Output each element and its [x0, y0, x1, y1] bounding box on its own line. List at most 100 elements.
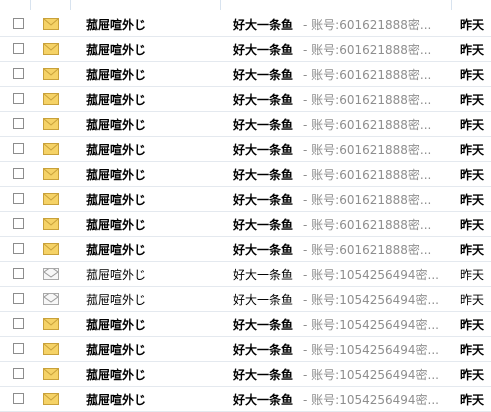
- closed-envelope-icon: [43, 43, 59, 55]
- open-envelope-icon: [43, 293, 59, 305]
- subject-text[interactable]: 好大一条鱼: [233, 291, 293, 308]
- preview-text[interactable]: - 账号:1054256494密...: [303, 391, 443, 408]
- select-checkbox[interactable]: [13, 168, 24, 179]
- mail-row[interactable]: 菰屉喧外じ 好大一条鱼 - 账号:1054256494密... 昨天: [0, 287, 491, 312]
- sender-name[interactable]: 菰屉喧外じ: [86, 241, 146, 258]
- date-text: 昨天: [460, 43, 485, 57]
- select-checkbox[interactable]: [13, 318, 24, 329]
- date-text: 昨天: [460, 243, 485, 257]
- sender-name[interactable]: 菰屉喧外じ: [86, 116, 146, 133]
- preview-text[interactable]: - 账号:601621888密...: [303, 16, 443, 33]
- preview-text[interactable]: - 账号:1054256494密...: [303, 341, 443, 358]
- select-checkbox[interactable]: [13, 118, 24, 129]
- sender-name[interactable]: 菰屉喧外じ: [86, 266, 146, 283]
- mail-list: 菰屉喧外じ 好大一条鱼 - 账号:601621888密... 昨天 菰屉喧外じ 好大一条…: [0, 12, 491, 412]
- mail-row[interactable]: 菰屉喧外じ 好大一条鱼 - 账号:601621888密... 昨天: [0, 237, 491, 262]
- subject-text[interactable]: 好大一条鱼: [233, 16, 293, 33]
- preview-text[interactable]: - 账号:1054256494密...: [303, 291, 443, 308]
- subject-text[interactable]: 好大一条鱼: [233, 241, 293, 258]
- select-checkbox[interactable]: [13, 218, 24, 229]
- sender-name[interactable]: 菰屉喧外じ: [86, 191, 146, 208]
- preview-text[interactable]: - 账号:601621888密...: [303, 191, 443, 208]
- mail-row[interactable]: 菰屉喧外じ 好大一条鱼 - 账号:601621888密... 昨天: [0, 62, 491, 87]
- date-text: 昨天: [460, 143, 485, 157]
- subject-text[interactable]: 好大一条鱼: [233, 391, 293, 408]
- subject-text[interactable]: 好大一条鱼: [233, 366, 293, 383]
- date-text: 昨天: [460, 368, 485, 382]
- date-text: 昨天: [460, 193, 485, 207]
- date-text: 昨天: [460, 68, 485, 82]
- date-text: 昨天: [460, 318, 485, 332]
- mail-row[interactable]: 菰屉喧外じ 好大一条鱼 - 账号:601621888密... 昨天: [0, 162, 491, 187]
- mail-row[interactable]: 菰屉喧外じ 好大一条鱼 - 账号:1054256494密... 昨天: [0, 262, 491, 287]
- subject-text[interactable]: 好大一条鱼: [233, 141, 293, 158]
- closed-envelope-icon: [43, 143, 59, 155]
- preview-text[interactable]: - 账号:601621888密...: [303, 166, 443, 183]
- sender-name[interactable]: 菰屉喧外じ: [86, 91, 146, 108]
- preview-text[interactable]: - 账号:1054256494密...: [303, 316, 443, 333]
- select-checkbox[interactable]: [13, 93, 24, 104]
- preview-text[interactable]: - 账号:601621888密...: [303, 91, 443, 108]
- select-checkbox[interactable]: [13, 293, 24, 304]
- sender-name[interactable]: 菰屉喧外じ: [86, 41, 146, 58]
- date-text: 昨天: [460, 268, 485, 282]
- preview-text[interactable]: - 账号:601621888密...: [303, 116, 443, 133]
- mail-row[interactable]: 菰屉喧外じ 好大一条鱼 - 账号:1054256494密... 昨天: [0, 387, 491, 412]
- mail-row[interactable]: 菰屉喧外じ 好大一条鱼 - 账号:1054256494密... 昨天: [0, 337, 491, 362]
- sender-name[interactable]: 菰屉喧外じ: [86, 366, 146, 383]
- select-checkbox[interactable]: [13, 43, 24, 54]
- mail-row[interactable]: 菰屉喧外じ 好大一条鱼 - 账号:601621888密... 昨天: [0, 12, 491, 37]
- sender-name[interactable]: 菰屉喧外じ: [86, 341, 146, 358]
- mail-row[interactable]: 菰屉喧外じ 好大一条鱼 - 账号:601621888密... 昨天: [0, 37, 491, 62]
- column-divider: [451, 0, 452, 10]
- mail-row[interactable]: 菰屉喧外じ 好大一条鱼 - 账号:601621888密... 昨天: [0, 112, 491, 137]
- sender-name[interactable]: 菰屉喧外じ: [86, 291, 146, 308]
- sender-name[interactable]: 菰屉喧外じ: [86, 66, 146, 83]
- preview-text[interactable]: - 账号:601621888密...: [303, 241, 443, 258]
- sender-name[interactable]: 菰屉喧外じ: [86, 316, 146, 333]
- mail-row[interactable]: 菰屉喧外じ 好大一条鱼 - 账号:601621888密... 昨天: [0, 187, 491, 212]
- sender-name[interactable]: 菰屉喧外じ: [86, 216, 146, 233]
- select-checkbox[interactable]: [13, 393, 24, 404]
- select-checkbox[interactable]: [13, 343, 24, 354]
- select-checkbox[interactable]: [13, 143, 24, 154]
- closed-envelope-icon: [43, 318, 59, 330]
- subject-text[interactable]: 好大一条鱼: [233, 41, 293, 58]
- select-checkbox[interactable]: [13, 193, 24, 204]
- closed-envelope-icon: [43, 243, 59, 255]
- column-divider: [30, 0, 31, 10]
- subject-text[interactable]: 好大一条鱼: [233, 166, 293, 183]
- preview-text[interactable]: - 账号:601621888密...: [303, 41, 443, 58]
- subject-text[interactable]: 好大一条鱼: [233, 66, 293, 83]
- sender-name[interactable]: 菰屉喧外じ: [86, 391, 146, 408]
- subject-text[interactable]: 好大一条鱼: [233, 116, 293, 133]
- sender-name[interactable]: 菰屉喧外じ: [86, 166, 146, 183]
- subject-text[interactable]: 好大一条鱼: [233, 191, 293, 208]
- sender-name[interactable]: 菰屉喧外じ: [86, 16, 146, 33]
- select-checkbox[interactable]: [13, 368, 24, 379]
- closed-envelope-icon: [43, 18, 59, 30]
- mail-row[interactable]: 菰屉喧外じ 好大一条鱼 - 账号:601621888密... 昨天: [0, 87, 491, 112]
- mail-row[interactable]: 菰屉喧外じ 好大一条鱼 - 账号:601621888密... 昨天: [0, 212, 491, 237]
- subject-text[interactable]: 好大一条鱼: [233, 91, 293, 108]
- select-checkbox[interactable]: [13, 68, 24, 79]
- preview-text[interactable]: - 账号:1054256494密...: [303, 366, 443, 383]
- mail-row[interactable]: 菰屉喧外じ 好大一条鱼 - 账号:1054256494密... 昨天: [0, 362, 491, 387]
- preview-text[interactable]: - 账号:601621888密...: [303, 66, 443, 83]
- subject-text[interactable]: 好大一条鱼: [233, 216, 293, 233]
- preview-text[interactable]: - 账号:601621888密...: [303, 141, 443, 158]
- select-checkbox[interactable]: [13, 243, 24, 254]
- select-checkbox[interactable]: [13, 268, 24, 279]
- subject-text[interactable]: 好大一条鱼: [233, 341, 293, 358]
- preview-text[interactable]: - 账号:601621888密...: [303, 216, 443, 233]
- closed-envelope-icon: [43, 168, 59, 180]
- sender-name[interactable]: 菰屉喧外じ: [86, 141, 146, 158]
- subject-text[interactable]: 好大一条鱼: [233, 316, 293, 333]
- subject-text[interactable]: 好大一条鱼: [233, 266, 293, 283]
- select-checkbox[interactable]: [13, 18, 24, 29]
- mail-row[interactable]: 菰屉喧外じ 好大一条鱼 - 账号:601621888密... 昨天: [0, 137, 491, 162]
- date-text: 昨天: [460, 18, 485, 32]
- mail-row[interactable]: 菰屉喧外じ 好大一条鱼 - 账号:1054256494密... 昨天: [0, 312, 491, 337]
- date-text: 昨天: [460, 118, 485, 132]
- preview-text[interactable]: - 账号:1054256494密...: [303, 266, 443, 283]
